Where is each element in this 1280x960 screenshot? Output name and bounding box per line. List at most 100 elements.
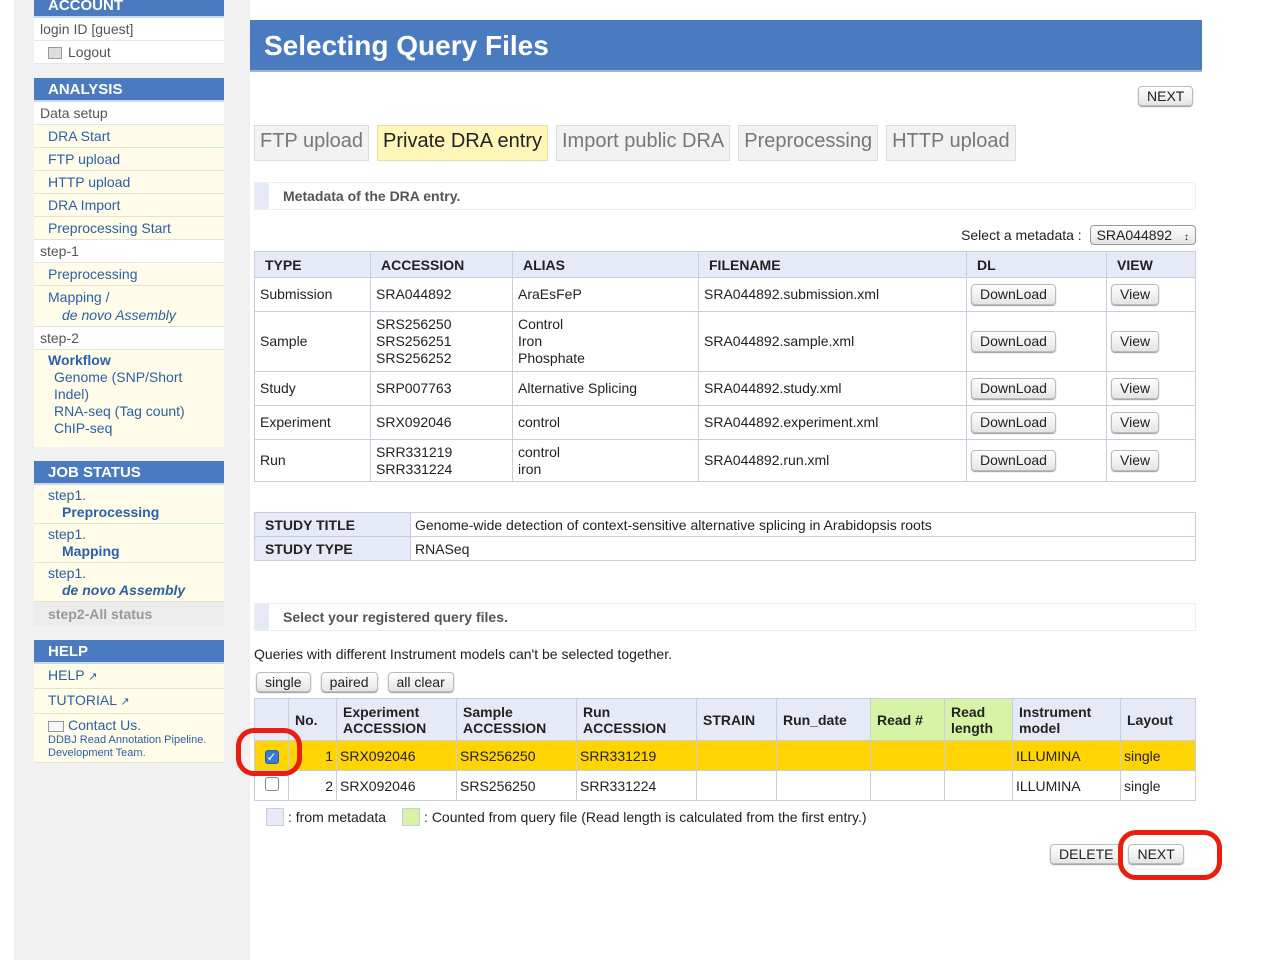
query-sample: SRS256250 [456, 770, 577, 801]
study-table: STUDY TITLE Genome-wide detection of con… [254, 512, 1196, 561]
meta-dl-cell: DownLoad [966, 277, 1107, 312]
sidebar-item-preprocessing-start[interactable]: Preprocessing Start [34, 217, 224, 240]
help-section: HELP HELP ↗ TUTORIAL ↗ Contact Us. DDBJ … [34, 640, 224, 763]
query-layout: single [1120, 770, 1196, 801]
meta-view-cell: View [1106, 439, 1196, 482]
login-id: login ID [guest] [34, 18, 224, 41]
sidebar-item-http-upload[interactable]: HTTP upload [34, 171, 224, 194]
sidebar-item-tutorial[interactable]: TUTORIAL ↗ [34, 689, 224, 714]
query-no: 2 [288, 770, 337, 801]
query-row[interactable]: 2 SRX092046 SRS256250 SRR331224 ILLUMINA sing… [254, 770, 1196, 801]
meta-dl-cell: DownLoad [966, 405, 1107, 440]
col-strain: STRAIN [696, 698, 777, 741]
select-metadata-dropdown[interactable]: SRA044892 ↕ [1089, 225, 1196, 245]
sidebar-item-rnaseq[interactable]: RNA-seq (Tag count) [48, 403, 210, 420]
col-run-date: Run_date [776, 698, 871, 741]
query-label-text: Select your registered query files. [283, 609, 508, 625]
meta-view-cell: View [1106, 371, 1196, 406]
col-read-length: Read length [944, 698, 1013, 741]
query-experiment: SRX092046 [336, 770, 457, 801]
logout-link[interactable]: Logout [34, 41, 224, 64]
col-dl: DL [966, 251, 1107, 278]
next-highlight-ring [1118, 830, 1222, 880]
tab-ftp-upload[interactable]: FTP upload [254, 125, 370, 161]
analysis-section: ANALYSIS Data setup DRA Start FTP upload… [34, 78, 224, 447]
sidebar-item-preprocessing[interactable]: Preprocessing [34, 263, 224, 286]
job-item-de-novo[interactable]: step1. de novo Assembly [34, 563, 224, 602]
download-button[interactable]: DownLoad [971, 331, 1056, 352]
view-button[interactable]: View [1111, 331, 1160, 352]
tutorial-label: TUTORIAL [48, 692, 117, 708]
logout-label: Logout [68, 44, 111, 60]
job-item-preprocessing[interactable]: step1. Preprocessing [34, 485, 224, 524]
view-button[interactable]: View [1111, 450, 1160, 471]
sidebar-item-mapping[interactable]: Mapping / de novo Assembly [34, 286, 224, 327]
sidebar-item-dra-import[interactable]: DRA Import [34, 194, 224, 217]
view-button[interactable]: View [1111, 284, 1160, 305]
query-checkbox[interactable] [264, 777, 279, 791]
metadata-row: Sample SRS256250 SRS256251 SRS256252 Contr… [254, 311, 1196, 372]
help-label: HELP [48, 667, 85, 683]
sidebar-item-ftp-upload[interactable]: FTP upload [34, 148, 224, 171]
query-instrument: ILLUMINA [1012, 740, 1121, 771]
all-clear-button[interactable]: all clear [387, 672, 454, 692]
col-alias: ALIAS [512, 251, 699, 278]
view-button[interactable]: View [1111, 378, 1160, 399]
query-instrument: ILLUMINA [1012, 770, 1121, 801]
meta-type: Sample [254, 311, 371, 372]
workflow-group: Workflow Genome (SNP/Short Indel) RNA-se… [34, 350, 224, 447]
view-button[interactable]: View [1111, 412, 1160, 433]
data-setup-label: Data setup [34, 102, 224, 125]
sidebar-item-dra-start[interactable]: DRA Start [34, 125, 224, 148]
sidebar: ACCOUNT login ID [guest] Logout ANALYSIS… [34, 0, 224, 773]
legend-metadata-swatch [266, 808, 284, 826]
next-button-top[interactable]: NEXT [1138, 86, 1194, 106]
download-button[interactable]: DownLoad [971, 412, 1056, 433]
query-read-num [870, 740, 945, 771]
delete-button[interactable]: DELETE [1050, 844, 1123, 864]
col-instrument-model: Instrument model [1012, 698, 1121, 741]
account-header: ACCOUNT [34, 0, 224, 18]
metadata-label-text: Metadata of the DRA entry. [283, 188, 461, 204]
download-button[interactable]: DownLoad [971, 284, 1056, 305]
meta-alias: Alternative Splicing [512, 371, 699, 406]
tab-import-public-dra[interactable]: Import public DRA [555, 125, 731, 161]
dropdown-arrows-icon: ↕ [1184, 232, 1189, 243]
metadata-row: Study SRP007763 Alternative Splicing SRA044… [254, 371, 1196, 406]
single-button[interactable]: single [256, 672, 311, 692]
paired-button[interactable]: paired [320, 672, 378, 692]
job-step: step1. [48, 526, 87, 542]
col-run-accession: Run ACCESSION [576, 698, 697, 741]
meta-view-cell: View [1106, 311, 1196, 372]
job-name: de novo Assembly [62, 582, 186, 598]
meta-filename: SRA044892.study.xml [698, 371, 967, 406]
download-button[interactable]: DownLoad [971, 378, 1056, 399]
contact-label: Contact Us. [68, 717, 142, 733]
meta-filename: SRA044892.submission.xml [698, 277, 967, 312]
legend-metadata-text: : from metadata [288, 809, 387, 825]
help-header: HELP [34, 640, 224, 664]
query-strain [696, 740, 777, 771]
metadata-row: Submission SRA044892 AraEsFeP SRA044892.sub… [254, 277, 1196, 312]
sidebar-item-chipseq[interactable]: ChIP-seq [48, 420, 210, 445]
sidebar-item-help[interactable]: HELP ↗ [34, 664, 224, 689]
study-type-value: RNASeq [410, 536, 1196, 561]
main-panel: Selecting Query Files NEXT FTP upload Pr… [236, 0, 1222, 960]
download-button[interactable]: DownLoad [971, 450, 1056, 471]
logout-icon [48, 47, 62, 60]
tab-preprocessing[interactable]: Preprocessing [738, 125, 879, 161]
job-name: Mapping [62, 543, 120, 559]
tab-private-dra-entry[interactable]: Private DRA entry [377, 125, 548, 161]
job-step: step1. [48, 487, 87, 503]
job-step2-all-status[interactable]: step2-All status [34, 602, 224, 626]
sidebar-item-contact[interactable]: Contact Us. DDBJ Read Annotation Pipelin… [34, 714, 224, 763]
tab-http-upload[interactable]: HTTP upload [886, 125, 1016, 161]
col-accession: ACCESSION [370, 251, 513, 278]
meta-filename: SRA044892.run.xml [698, 439, 967, 482]
job-item-mapping[interactable]: step1. Mapping [34, 524, 224, 563]
col-read-num: Read # [870, 698, 945, 741]
query-row[interactable]: ✓ 1 SRX092046 SRS256250 SRR331219 ILLUMINA sin… [254, 740, 1196, 771]
meta-view-cell: View [1106, 405, 1196, 440]
sidebar-item-genome[interactable]: Genome (SNP/Short Indel) [48, 369, 210, 403]
study-type-label: STUDY TYPE [254, 536, 411, 561]
